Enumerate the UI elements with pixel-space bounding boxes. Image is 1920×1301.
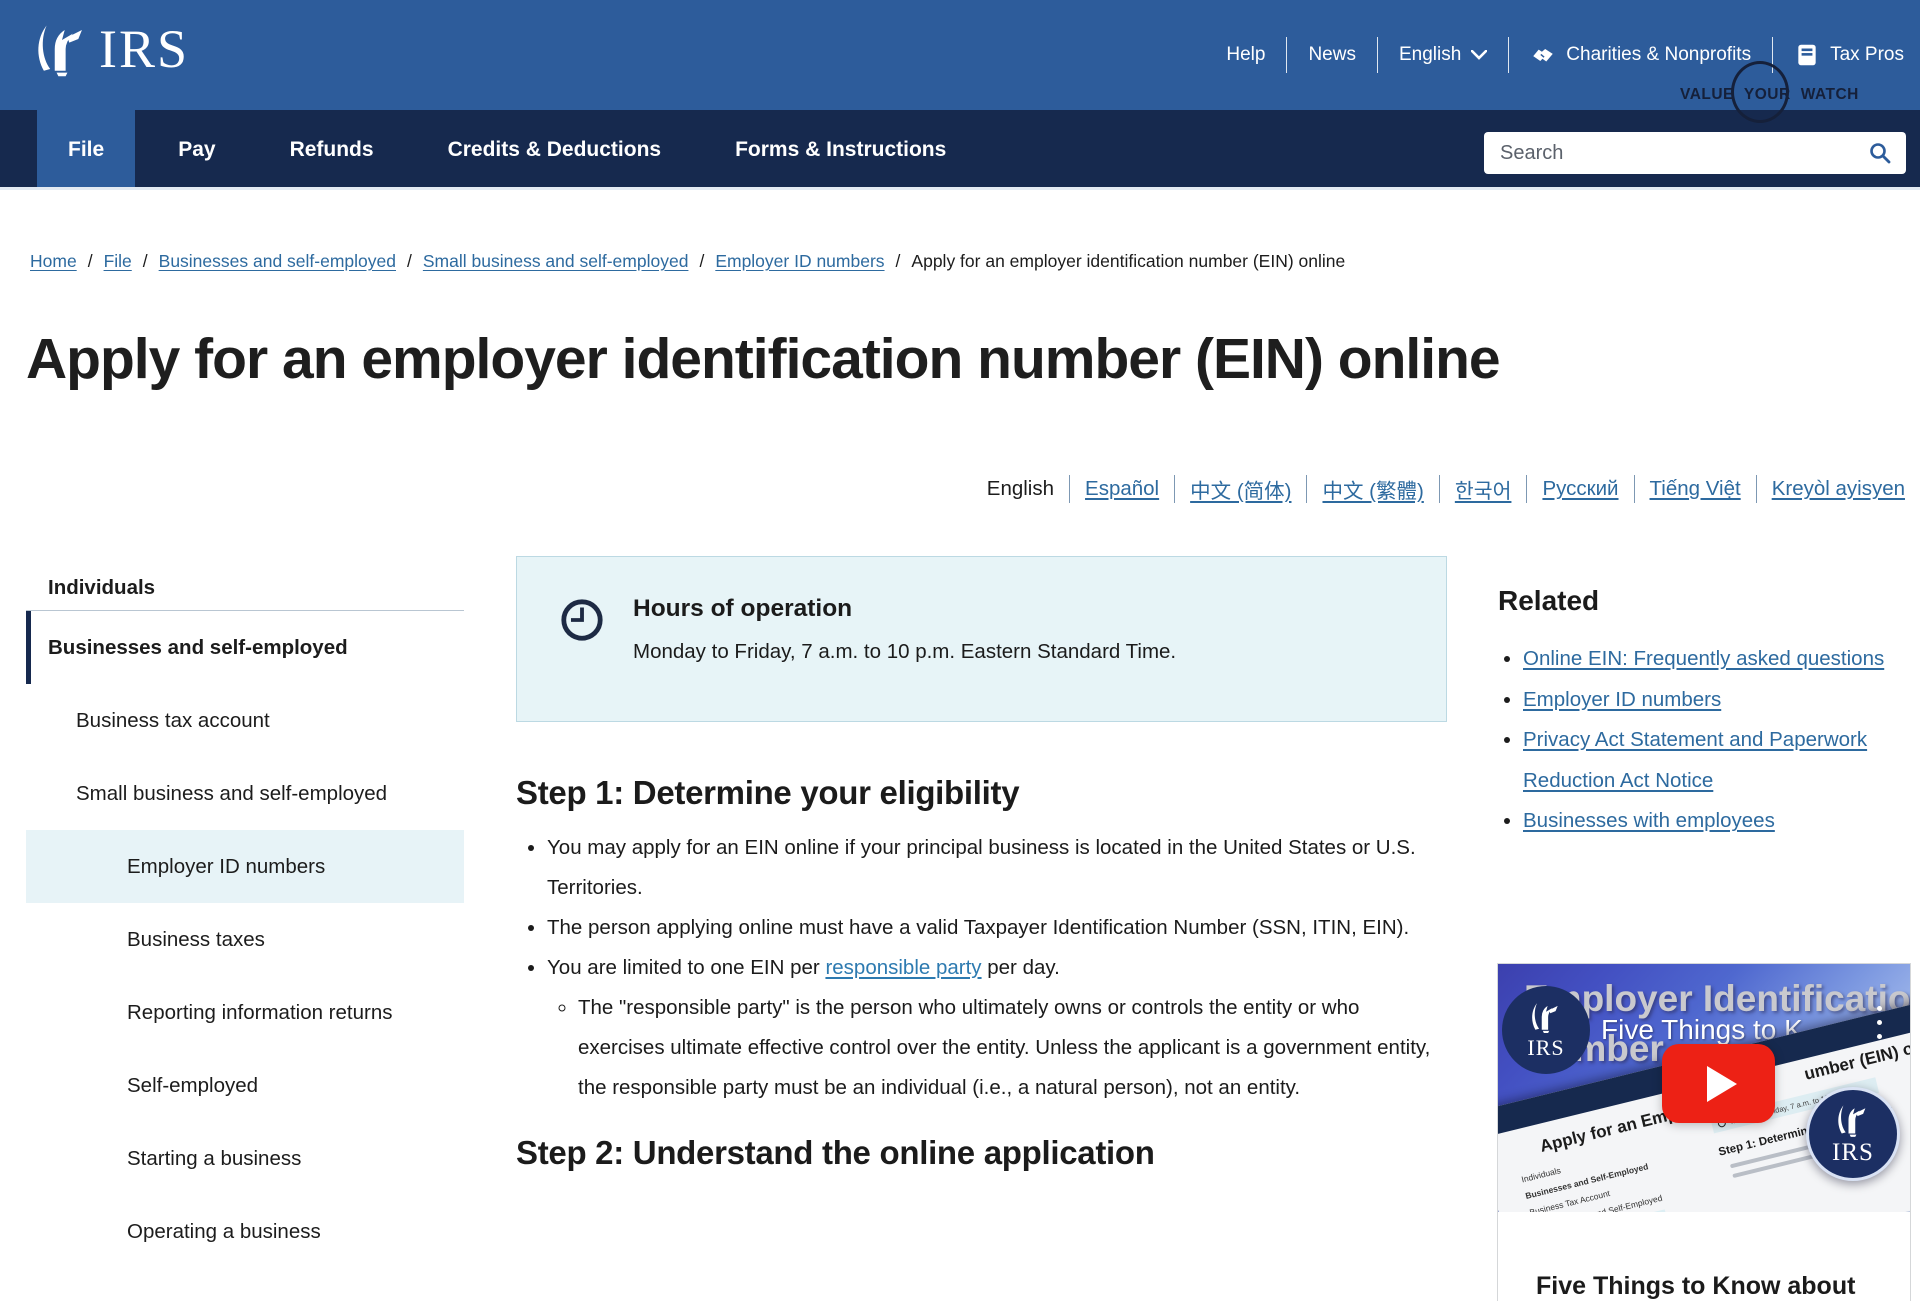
- list-item: Online EIN: Frequently asked questions: [1523, 639, 1918, 680]
- language-bar: English Español 中文 (简体) 中文 (繁體) 한국어 Русс…: [850, 470, 1920, 508]
- related-link-online-ein-faq[interactable]: Online EIN: Frequently asked questions: [1523, 647, 1884, 670]
- breadcrumb-businesses[interactable]: Businesses and self-employed: [159, 251, 396, 271]
- irs-badge-bottom-right: IRS: [1806, 1087, 1900, 1181]
- breadcrumb-current: Apply for an employer identification num…: [911, 251, 1345, 271]
- hours-title: Hours of operation: [633, 595, 1176, 623]
- related-heading: Related: [1498, 585, 1918, 617]
- language-link-russian[interactable]: Русский: [1527, 477, 1633, 501]
- hours-text: Monday to Friday, 7 a.m. to 10 p.m. East…: [633, 640, 1176, 664]
- breadcrumb-separator: /: [699, 251, 704, 271]
- clock-icon: [559, 597, 605, 643]
- language-selector-label: English: [1399, 44, 1461, 66]
- sidebar-item-starting-a-business[interactable]: Starting a business: [26, 1122, 464, 1195]
- sidebar-item-small-business[interactable]: Small business and self-employed: [26, 757, 464, 830]
- divider: [1286, 37, 1287, 73]
- help-link[interactable]: Help: [1226, 44, 1265, 66]
- bullet-valid-tin: The person applying online must have a v…: [547, 908, 1447, 948]
- bullet-eligibility-location: You may apply for an EIN online if your …: [547, 828, 1447, 908]
- related-links: Online EIN: Frequently asked questions E…: [1498, 639, 1918, 842]
- breadcrumb-separator: /: [88, 251, 93, 271]
- nav-tab-refunds[interactable]: Refunds: [259, 110, 405, 187]
- left-sidebar: Individuals Businesses and self-employed…: [26, 566, 464, 1268]
- irs-badge-top-left: IRS: [1502, 986, 1590, 1074]
- irs-webpage: IRS Help News English Charities & Nonpro…: [0, 0, 1920, 1301]
- watermark-text: WATCH: [1801, 86, 1859, 104]
- video-menu-icon[interactable]: [1877, 1006, 1882, 1039]
- bullet-one-ein-per-day: You are limited to one EIN per responsib…: [547, 948, 1447, 1108]
- list-item: Privacy Act Statement and Paperwork Redu…: [1523, 720, 1918, 801]
- breadcrumb-file[interactable]: File: [104, 251, 132, 271]
- list-item: Businesses with employees: [1523, 801, 1918, 842]
- divider: [1508, 37, 1509, 73]
- irs-eagle-icon: [1529, 999, 1563, 1035]
- site-header: IRS Help News English Charities & Nonpro…: [0, 0, 1920, 110]
- irs-logo-text: IRS: [99, 22, 189, 76]
- sidebar-item-self-employed[interactable]: Self-employed: [26, 1049, 464, 1122]
- breadcrumb-employer-id[interactable]: Employer ID numbers: [715, 251, 884, 271]
- breadcrumb-small-business[interactable]: Small business and self-employed: [423, 251, 689, 271]
- sidebar-item-operating-a-business[interactable]: Operating a business: [26, 1195, 464, 1268]
- search-button[interactable]: [1864, 137, 1896, 169]
- language-link-chinese-traditional[interactable]: 中文 (繁體): [1307, 474, 1438, 504]
- video-caption: Five Things to Know about the: [1498, 1212, 1910, 1301]
- sub-bullet-responsible-party-definition: The "responsible party" is the person wh…: [578, 988, 1447, 1108]
- sidebar-item-business-tax-account[interactable]: Business tax account: [26, 684, 464, 757]
- divider: [1377, 37, 1378, 73]
- watermark-text: VALUE: [1680, 86, 1734, 104]
- sidebar-item-employer-id-numbers[interactable]: Employer ID numbers: [26, 830, 464, 903]
- breadcrumb-separator: /: [143, 251, 148, 271]
- nav-tab-pay[interactable]: Pay: [147, 110, 246, 187]
- search-box: [1484, 132, 1906, 174]
- page-title: Apply for an employer identification num…: [26, 326, 1500, 392]
- responsible-party-link[interactable]: responsible party: [825, 956, 981, 979]
- related-link-privacy-act[interactable]: Privacy Act Statement and Paperwork Redu…: [1523, 728, 1867, 792]
- tax-pros-label: Tax Pros: [1830, 44, 1904, 66]
- watermark: VALUE YOUR WATCH: [1680, 86, 1859, 104]
- related-section: Related Online EIN: Frequently asked que…: [1498, 585, 1918, 842]
- step1-bullet-list: You may apply for an EIN online if your …: [516, 828, 1447, 1108]
- nav-tab-credits-deductions[interactable]: Credits & Deductions: [417, 110, 693, 187]
- sidebar-item-individuals[interactable]: Individuals: [26, 566, 464, 610]
- breadcrumb: Home / File / Businesses and self-employed / S…: [30, 251, 1890, 272]
- language-current: English: [972, 477, 1069, 501]
- irs-eagle-icon: [33, 17, 91, 81]
- breadcrumb-separator: /: [407, 251, 412, 271]
- video-thumbnail[interactable]: Employer Identification Number IRS Five …: [1498, 964, 1910, 1212]
- nav-tab-forms-instructions[interactable]: Forms & Instructions: [704, 110, 977, 187]
- language-link-korean[interactable]: 한국어: [1440, 474, 1527, 504]
- list-item: Employer ID numbers: [1523, 680, 1918, 721]
- tax-pros-link[interactable]: Tax Pros: [1794, 42, 1904, 68]
- search-input[interactable]: [1500, 142, 1864, 165]
- language-link-chinese-simplified[interactable]: 中文 (简体): [1175, 474, 1306, 504]
- related-link-businesses-with-employees[interactable]: Businesses with employees: [1523, 809, 1775, 832]
- watermark-text-circled: YOUR: [1744, 86, 1791, 104]
- breadcrumb-home[interactable]: Home: [30, 251, 77, 271]
- breadcrumb-separator: /: [896, 251, 901, 271]
- news-link[interactable]: News: [1308, 44, 1356, 66]
- charities-nonprofits-link[interactable]: Charities & Nonprofits: [1530, 42, 1751, 68]
- handshake-icon: [1530, 42, 1556, 68]
- hours-of-operation-callout: Hours of operation Monday to Friday, 7 a…: [516, 556, 1447, 722]
- video-card: Employer Identification Number IRS Five …: [1497, 963, 1911, 1301]
- chevron-down-icon: [1471, 50, 1487, 60]
- sidebar-item-reporting-information-returns[interactable]: Reporting information returns: [26, 976, 464, 1049]
- watermark-circle: [1731, 61, 1789, 123]
- youtube-play-button[interactable]: [1662, 1044, 1775, 1123]
- language-link-spanish[interactable]: Español: [1070, 477, 1174, 501]
- nav-tab-file[interactable]: File: [37, 110, 135, 187]
- irs-eagle-icon: [1835, 1101, 1871, 1139]
- charities-nonprofits-label: Charities & Nonprofits: [1566, 44, 1751, 66]
- main-content: Hours of operation Monday to Friday, 7 a…: [516, 556, 1447, 1172]
- language-link-vietnamese[interactable]: Tiếng Việt: [1635, 477, 1756, 501]
- step1-heading: Step 1: Determine your eligibility: [516, 774, 1447, 812]
- step2-heading: Step 2: Understand the online applicatio…: [516, 1134, 1447, 1172]
- language-link-haitian-creole[interactable]: Kreyòl ayisyen: [1757, 477, 1920, 501]
- ledger-book-icon: [1794, 42, 1820, 68]
- sidebar-item-businesses-and-self-employed[interactable]: Businesses and self-employed: [26, 611, 464, 684]
- language-selector[interactable]: English: [1399, 44, 1487, 66]
- related-link-employer-id-numbers[interactable]: Employer ID numbers: [1523, 688, 1721, 711]
- sidebar-item-business-taxes[interactable]: Business taxes: [26, 903, 464, 976]
- search-icon: [1868, 141, 1892, 165]
- irs-logo[interactable]: IRS: [33, 17, 189, 81]
